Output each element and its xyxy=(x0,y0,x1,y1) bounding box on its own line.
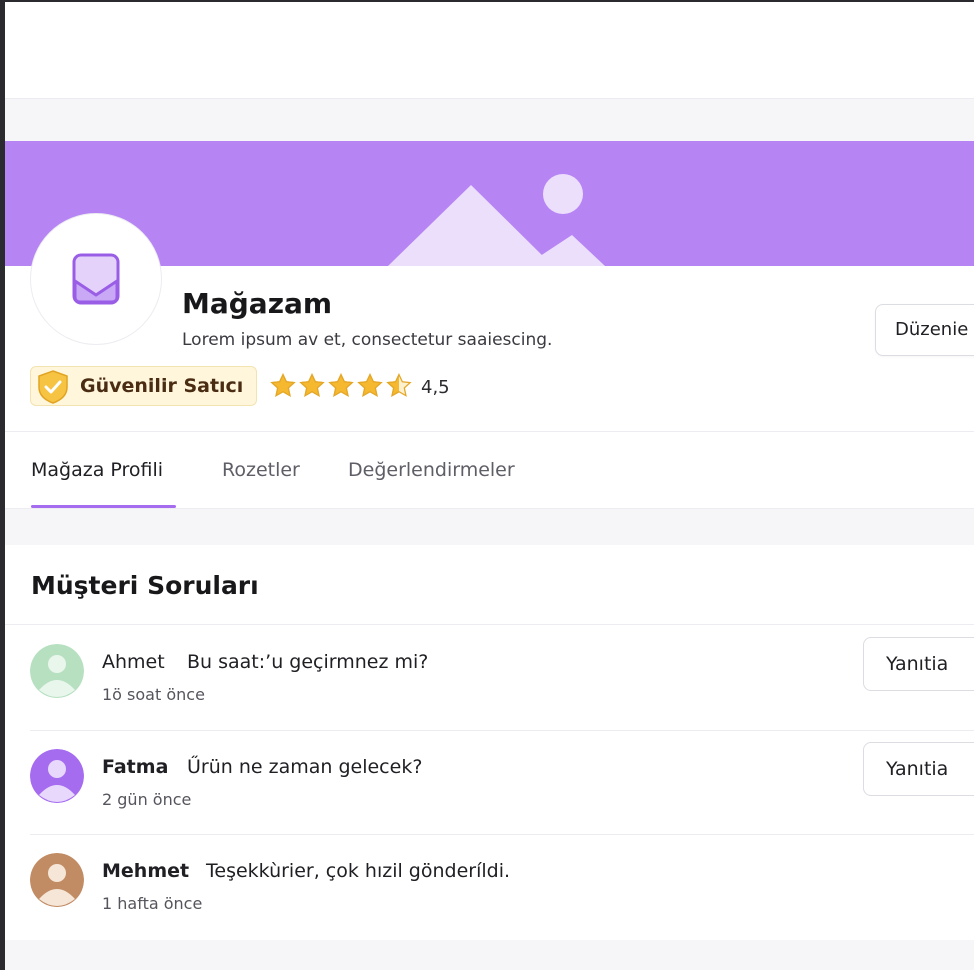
section-title: Müşteri Soruları xyxy=(31,571,259,600)
question-text: Bu saat:’u geçirmnez mi? xyxy=(187,651,429,673)
question-time: 1 hafta önce xyxy=(102,894,203,913)
reply-button[interactable]: Yanıtia xyxy=(863,637,974,691)
question-item: Fatma Űrün ne zaman gelecek? 2 gün önce … xyxy=(5,730,974,834)
divider xyxy=(5,431,974,432)
store-avatar xyxy=(30,213,162,345)
question-item: Mehmet Teşekkùrier, çok hızil gönderíldi… xyxy=(5,834,974,938)
question-text: Teşekkùrier, çok hızil gönderíldi. xyxy=(206,860,511,882)
store-description: Lorem ipsum av et, consectetur saaiescin… xyxy=(182,330,553,350)
store-profile-card: Mağazam Lorem ipsum av et, consectetur s… xyxy=(5,141,974,509)
store-icon xyxy=(72,253,120,305)
rating-stars xyxy=(270,373,412,399)
page-gap xyxy=(5,940,974,970)
star-icon xyxy=(357,373,383,397)
trusted-seller-label: Güvenilir Satıcı xyxy=(80,375,244,397)
tab-reviews[interactable]: Değerlendirmeler xyxy=(348,459,515,481)
page-gap xyxy=(5,509,974,545)
question-author: Fatma xyxy=(102,756,169,778)
star-icon xyxy=(270,373,296,397)
question-item: Ahmet Bu saat:’u geçirmnez mi? 1ö soat ö… xyxy=(5,625,974,729)
window-frame-top xyxy=(0,0,974,2)
star-icon xyxy=(328,373,354,397)
top-bar xyxy=(5,2,974,99)
question-author: Mehmet xyxy=(102,860,190,882)
reply-button[interactable]: Yanıtia xyxy=(863,742,974,796)
user-avatar-icon xyxy=(30,749,84,803)
trusted-seller-badge: Güvenilir Satıcı xyxy=(30,366,257,406)
question-time: 2 gün önce xyxy=(102,790,192,809)
question-text: Űrün ne zaman gelecek? xyxy=(187,756,423,778)
user-avatar-icon xyxy=(30,853,84,907)
window-frame-left xyxy=(0,0,5,970)
user-avatar-icon xyxy=(30,644,84,698)
tab-store-profile[interactable]: Mağaza Profili xyxy=(31,459,163,481)
shield-check-icon xyxy=(35,369,71,409)
star-icon xyxy=(299,373,325,397)
question-author: Ahmet xyxy=(102,651,165,673)
question-time: 1ö soat önce xyxy=(102,685,205,704)
page-gap xyxy=(5,99,974,141)
store-name: Mağazam xyxy=(182,287,333,320)
customer-questions-card: Müşteri Soruları Ahmet Bu saat:’u geçirm… xyxy=(5,545,974,940)
star-icon xyxy=(386,373,412,397)
tab-badges[interactable]: Rozetler xyxy=(222,459,300,481)
rating-value: 4,5 xyxy=(421,377,450,398)
edit-store-button[interactable]: Düzenie xyxy=(875,304,974,356)
